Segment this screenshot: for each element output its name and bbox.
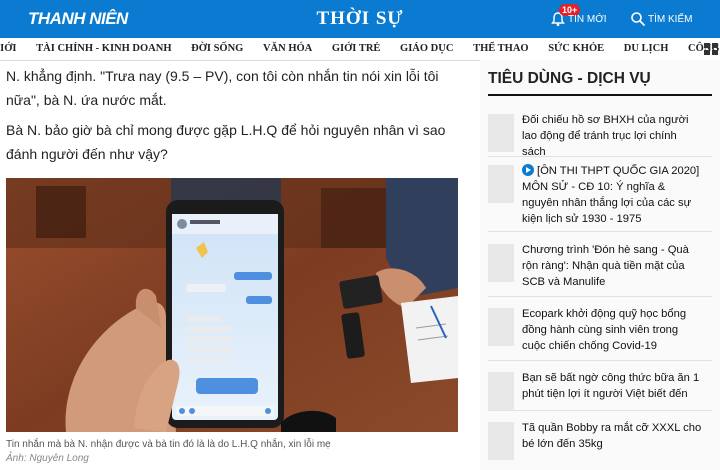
sidebar-article-title[interactable]: Chương trình 'Đón hè sang - Quà rộn ràng…: [522, 242, 702, 290]
new-news-label: TIN MỚI: [568, 14, 607, 25]
article-paragraph: Bà N. bảo giờ bà chỉ mong được gặp L.H.Q…: [6, 122, 446, 162]
new-news-button[interactable]: 10+ TIN MỚI: [550, 4, 607, 30]
sidebar-divider: [488, 94, 712, 96]
nav-item-the-thao[interactable]: THỂ THAO: [473, 43, 529, 54]
video-play-icon: [522, 164, 534, 176]
photo-credit: Ảnh: Nguyên Long: [6, 453, 89, 464]
search-label: TÌM KIẾM: [648, 14, 693, 25]
item-divider: [488, 296, 712, 297]
article-thumbnail[interactable]: [488, 422, 514, 460]
photo-caption: Tin nhắn mà bà N. nhận được và bà tin đó…: [6, 439, 331, 450]
nav-item-du-lich[interactable]: DU LỊCH: [624, 43, 669, 54]
phone-message-photo: [6, 178, 458, 432]
article-body: N. khẳng định. "Trưa nay (9.5 – PV), con…: [0, 60, 470, 470]
sidebar-article-title[interactable]: [ÔN THI THPT QUỐC GIA 2020] MÔN SỬ - CĐ …: [522, 163, 702, 227]
article-thumbnail[interactable]: [488, 244, 514, 282]
nav-item-tai-chinh-kinh-doanh[interactable]: TÀI CHÍNH - KINH DOANH: [36, 43, 171, 54]
sidebar-article-title[interactable]: Ecopark khởi động quỹ học bổng đồng hành…: [522, 306, 702, 354]
sidebar-consumer-services: TIÊU DÙNG - DỊCH VỤ Đối chiếu hồ sơ BHXH…: [480, 60, 720, 470]
article-thumbnail[interactable]: [488, 165, 514, 203]
nav-item-suc-khoe[interactable]: SỨC KHỎE: [548, 43, 604, 54]
article-thumbnail[interactable]: [488, 308, 514, 346]
item-divider: [488, 410, 712, 411]
sidebar-article-title[interactable]: Đối chiếu hồ sơ BHXH của người lao động …: [522, 112, 702, 160]
sidebar-heading[interactable]: TIÊU DÙNG - DỊCH VỤ: [488, 70, 651, 88]
article-paragraph: N. khẳng định. "Trưa nay (9.5 – PV), con…: [6, 68, 439, 108]
nav-item-gioi-tre[interactable]: GIỚI TRẺ: [332, 43, 381, 54]
menu-grid-icon[interactable]: [704, 43, 718, 55]
section-title[interactable]: THỜI SỰ: [0, 8, 720, 30]
search-icon: [631, 12, 646, 27]
nav-item-doi-song[interactable]: ĐỜI SỐNG: [191, 43, 243, 54]
category-nav: GIỚI TÀI CHÍNH - KINH DOANH ĐỜI SỐNG VĂN…: [0, 38, 720, 61]
item-divider: [488, 360, 712, 361]
top-header: THANH NIÊN THỜI SỰ 10+ TIN MỚI TÌM KIẾM: [0, 0, 720, 38]
sidebar-article-title-text[interactable]: [ÔN THI THPT QUỐC GIA 2020] MÔN SỬ - CĐ …: [522, 165, 699, 225]
article-thumbnail[interactable]: [488, 372, 514, 410]
nav-item-van-hoa[interactable]: VĂN HÓA: [263, 43, 312, 54]
nav-item-gioi[interactable]: GIỚI: [0, 43, 17, 54]
sidebar-article-title[interactable]: Bạn sẽ bất ngờ công thức bữa ăn 1 phút t…: [522, 370, 702, 402]
item-divider: [488, 156, 712, 157]
sidebar-article-title[interactable]: Tã quần Bobby ra mắt cỡ XXXL cho bé lớn …: [522, 420, 702, 452]
nav-item-giao-duc[interactable]: GIÁO DỤC: [400, 43, 453, 54]
item-divider: [488, 231, 712, 232]
article-thumbnail[interactable]: [488, 114, 514, 152]
article-photo[interactable]: [6, 178, 458, 432]
